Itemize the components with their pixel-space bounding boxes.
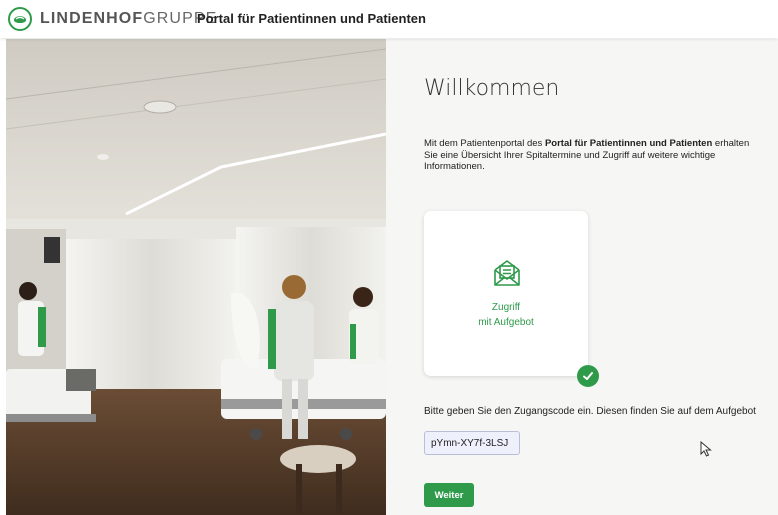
mouse-cursor-icon <box>700 441 712 457</box>
access-code-instruction: Bitte geben Sie den Zugangscode ein. Die… <box>424 406 756 417</box>
access-with-appointment-card[interactable]: Zugriff mit Aufgebot <box>424 211 588 376</box>
welcome-heading: Willkommen <box>424 76 560 101</box>
card-label-line1: Zugriff <box>491 302 521 313</box>
lindenhof-logo-icon <box>8 7 32 31</box>
welcome-panel: Willkommen Mit dem Patientenportal des P… <box>386 39 778 515</box>
access-code-input[interactable] <box>424 431 520 455</box>
selected-check-icon <box>577 365 599 387</box>
portal-title: Portal für Patientinnen und Patienten <box>197 11 426 26</box>
lindenhof-logo[interactable]: LINDENHOFGRUPPE <box>8 6 217 32</box>
weiter-button[interactable]: Weiter <box>424 483 474 507</box>
hospital-room-photo <box>6 39 386 515</box>
envelope-document-icon <box>494 260 520 286</box>
card-label-line2: mit Aufgebot <box>478 317 534 328</box>
logo-text: LINDENHOFGRUPPE <box>40 10 218 27</box>
intro-text: Mit dem Patientenportal des Portal für P… <box>424 138 750 172</box>
top-bar: LINDENHOFGRUPPE Portal für Patientinnen … <box>0 0 778 38</box>
